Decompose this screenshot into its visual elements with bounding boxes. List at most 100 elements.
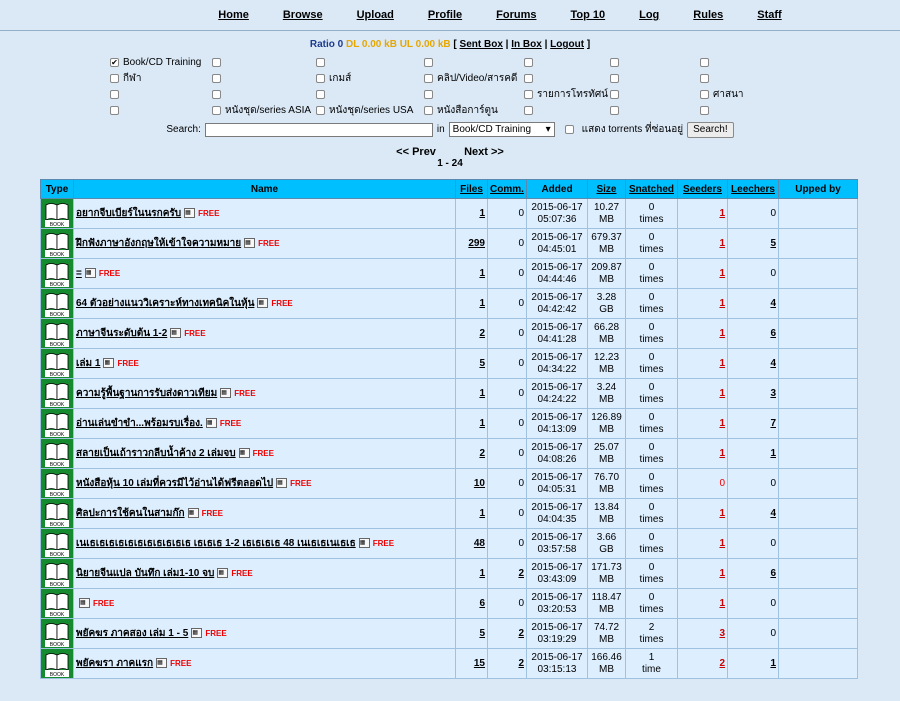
category-item[interactable]: ศาสนา: [700, 87, 744, 102]
seeders-link[interactable]: 1: [719, 568, 725, 579]
seeders-link[interactable]: 1: [719, 268, 725, 279]
seeders-link[interactable]: 1: [719, 418, 725, 429]
category-item[interactable]: หนังสือการ์ตูน: [424, 103, 498, 118]
col-size[interactable]: Size: [587, 179, 626, 199]
category-checkbox[interactable]: [700, 90, 709, 99]
torrent-name-link[interactable]: เนเธเธเธเธเธเธเธเธเธเธเธ เธเธเธ 1-2 เธเธ…: [76, 538, 356, 549]
category-item[interactable]: [110, 87, 123, 102]
torrent-name-link[interactable]: อ่านเล่นขำขำ...พร้อมรบเรื่อง.: [76, 418, 203, 429]
nav-upload[interactable]: Upload: [357, 9, 394, 21]
torrent-name-link[interactable]: อยากจีบเบียร์ในนรกครับ: [76, 208, 181, 219]
seeders-link[interactable]: 1: [719, 358, 725, 369]
type-cell[interactable]: BOOK: [40, 528, 74, 559]
show-hidden-checkbox[interactable]: [564, 125, 574, 134]
torrent-name-link[interactable]: หนังสือหุ้น 10 เล่มที่ควรมีไว้อ่านได้ฟรี…: [76, 478, 273, 489]
type-cell[interactable]: BOOK: [40, 558, 74, 589]
book-icon[interactable]: BOOK: [41, 649, 73, 678]
nav-home[interactable]: Home: [218, 9, 249, 21]
book-icon[interactable]: BOOK: [41, 259, 73, 288]
category-checkbox[interactable]: [610, 90, 619, 99]
leechers-link[interactable]: 6: [770, 328, 776, 339]
leechers-link[interactable]: 4: [770, 508, 776, 519]
next-page-link[interactable]: Next >>: [464, 146, 504, 158]
prev-page-link[interactable]: << Prev: [396, 146, 436, 158]
nav-log[interactable]: Log: [639, 9, 659, 21]
category-checkbox[interactable]: [424, 58, 433, 67]
search-input[interactable]: [204, 122, 433, 137]
category-item[interactable]: [610, 71, 623, 86]
files-link[interactable]: 15: [474, 658, 485, 669]
category-select[interactable]: Book/CD Training ▾: [448, 122, 555, 137]
type-cell[interactable]: BOOK: [40, 648, 74, 679]
files-link[interactable]: 2: [479, 448, 485, 459]
files-link[interactable]: 10: [474, 478, 485, 489]
category-checkbox[interactable]: [316, 58, 325, 67]
category-item[interactable]: [700, 71, 713, 86]
nav-top10[interactable]: Top 10: [570, 9, 605, 21]
nav-browse[interactable]: Browse: [283, 9, 323, 21]
type-cell[interactable]: BOOK: [40, 258, 74, 289]
type-cell[interactable]: BOOK: [40, 618, 74, 649]
book-icon[interactable]: BOOK: [41, 319, 73, 348]
type-cell[interactable]: BOOK: [40, 468, 74, 499]
nav-staff[interactable]: Staff: [757, 9, 781, 21]
category-checkbox[interactable]: ✔: [110, 58, 119, 67]
files-link[interactable]: 6: [479, 598, 485, 609]
category-checkbox[interactable]: [700, 106, 709, 115]
torrent-name-link[interactable]: ความรู้พื้นฐานการรับส่งดาวเทียม: [76, 388, 217, 399]
book-icon[interactable]: BOOK: [41, 199, 73, 228]
comments-link[interactable]: 2: [518, 628, 524, 639]
category-item[interactable]: [212, 71, 225, 86]
book-icon[interactable]: BOOK: [41, 589, 73, 618]
seeders-link[interactable]: 2: [719, 658, 725, 669]
category-checkbox[interactable]: [110, 106, 119, 115]
torrent-name-link[interactable]: =: [76, 268, 82, 279]
type-cell[interactable]: BOOK: [40, 228, 74, 259]
category-item[interactable]: คลิป/Video/สารคดี: [424, 71, 517, 86]
category-checkbox[interactable]: [110, 74, 119, 83]
type-cell[interactable]: BOOK: [40, 438, 74, 469]
seeders-link[interactable]: 1: [719, 448, 725, 459]
seeders-link[interactable]: 1: [719, 238, 725, 249]
category-item[interactable]: [212, 55, 225, 70]
torrent-name-link[interactable]: ศิลปะการใช้คนในสามก๊ก: [76, 508, 185, 519]
category-item[interactable]: [610, 103, 623, 118]
leechers-link[interactable]: 4: [770, 358, 776, 369]
type-cell[interactable]: BOOK: [40, 318, 74, 349]
book-icon[interactable]: BOOK: [41, 289, 73, 318]
col-seeders[interactable]: Seeders: [677, 179, 728, 199]
category-checkbox[interactable]: [610, 106, 619, 115]
category-item[interactable]: [212, 87, 225, 102]
torrent-name-link[interactable]: สลายเป็นเถ้าราวกลีบน้ำค้าง 2 เล่มจบ: [76, 448, 236, 459]
col-leechers[interactable]: Leechers: [727, 179, 779, 199]
torrent-name-link[interactable]: พยัคฆร ภาคสอง เล่ม 1 - 5: [76, 628, 188, 639]
files-link[interactable]: 2: [479, 328, 485, 339]
leechers-link[interactable]: 7: [770, 418, 776, 429]
files-link[interactable]: 1: [479, 298, 485, 309]
files-link[interactable]: 1: [479, 418, 485, 429]
category-item[interactable]: [424, 87, 437, 102]
seeders-link[interactable]: 1: [719, 388, 725, 399]
seeders-link[interactable]: 1: [719, 328, 725, 339]
torrent-name-link[interactable]: เล่ม 1: [76, 358, 100, 369]
seeders-link[interactable]: 1: [719, 208, 725, 219]
nav-rules[interactable]: Rules: [693, 9, 723, 21]
nav-forums[interactable]: Forums: [496, 9, 536, 21]
category-checkbox[interactable]: [524, 106, 533, 115]
category-item[interactable]: [700, 55, 713, 70]
comments-link[interactable]: 2: [518, 568, 524, 579]
files-link[interactable]: 1: [479, 388, 485, 399]
leechers-link[interactable]: 5: [770, 238, 776, 249]
category-item[interactable]: [110, 103, 123, 118]
nav-profile[interactable]: Profile: [428, 9, 462, 21]
category-item[interactable]: หนังชุด/series USA: [316, 103, 413, 118]
category-item[interactable]: [424, 55, 437, 70]
torrent-name-link[interactable]: ฝึกฟังภาษาอังกฤษให้เข้าใจความหมาย: [76, 238, 241, 249]
search-button[interactable]: Search!: [687, 121, 734, 138]
book-icon[interactable]: BOOK: [41, 379, 73, 408]
files-link[interactable]: 1: [479, 208, 485, 219]
in-box-link[interactable]: In Box: [511, 39, 542, 50]
book-icon[interactable]: BOOK: [41, 619, 73, 648]
col-added[interactable]: Added: [526, 179, 588, 199]
category-item[interactable]: หนังชุด/series ASIA: [212, 103, 311, 118]
